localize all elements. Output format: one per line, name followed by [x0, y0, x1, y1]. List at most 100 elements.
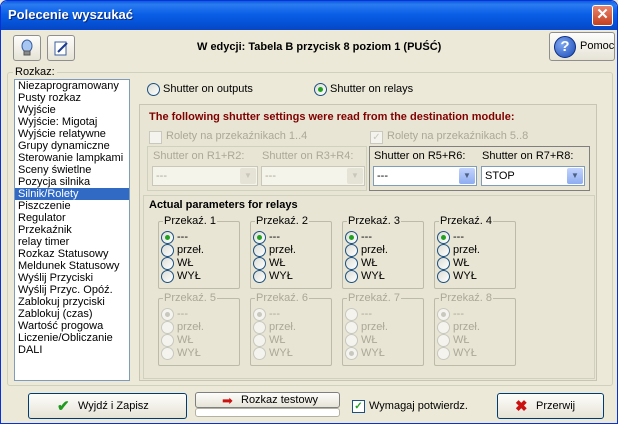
require-confirm-label: Wymagaj potwierdz.: [369, 400, 468, 412]
r5r6-select[interactable]: --- ▼: [373, 166, 477, 186]
list-item[interactable]: Silnik/Rolety: [15, 188, 129, 200]
list-item[interactable]: Wartość progowa: [15, 320, 129, 332]
relay-group-3: Przekaź. 3 --- przeł. WŁ WYŁ: [342, 215, 424, 289]
r5r6-value: ---: [377, 170, 388, 182]
relay-option-label: WYŁ: [453, 347, 477, 359]
relay-option-radio[interactable]: [437, 244, 450, 257]
close-button[interactable]: ✕: [592, 5, 613, 26]
command-list[interactable]: Niezaprogramowany Pusty rozkaz Wyjście Wyjś…: [14, 79, 130, 381]
r7r8-value: STOP: [485, 170, 515, 182]
chevron-down-icon: ▼: [347, 168, 363, 184]
relay-option-radio[interactable]: [161, 334, 174, 347]
relay-option-label: przeł.: [453, 244, 480, 256]
cancel-label: Przerwij: [536, 400, 576, 412]
relay-params-label: Actual parameters for relays: [149, 199, 298, 211]
relay-group-title: Przekaź. 5: [163, 292, 217, 304]
list-item[interactable]: Wyjście relatywne: [15, 128, 129, 140]
relay-option-radio[interactable]: [253, 334, 266, 347]
relay-option-radio[interactable]: [437, 270, 450, 283]
relay-option-label: WŁ: [361, 334, 378, 346]
exit-save-button[interactable]: ✔ Wyjdź i Zapisz: [28, 393, 187, 419]
require-confirm-checkbox[interactable]: ✓: [352, 400, 365, 413]
list-item[interactable]: Wyjście: Migotaj: [15, 116, 129, 128]
relay-option-radio[interactable]: [345, 231, 358, 244]
exit-save-label: Wyjdź i Zapisz: [78, 400, 149, 412]
list-item[interactable]: Liczenie/Obliczanie: [15, 332, 129, 344]
cancel-button[interactable]: ✖ Przerwij: [497, 393, 604, 419]
r7r8-select[interactable]: STOP ▼: [481, 166, 585, 186]
relay-option-radio[interactable]: [253, 244, 266, 257]
relay-option-radio[interactable]: [345, 308, 358, 321]
bulb-button[interactable]: [13, 35, 41, 61]
shutter-outputs-radio[interactable]: [147, 83, 160, 96]
relay-option-radio[interactable]: [345, 257, 358, 270]
relay-option-radio[interactable]: [253, 231, 266, 244]
list-item[interactable]: Pusty rozkaz: [15, 92, 129, 104]
list-item[interactable]: Niezaprogramowany: [15, 80, 129, 92]
command-label: Rozkaz:: [13, 66, 57, 78]
relay-option-radio[interactable]: [253, 347, 266, 360]
relay-option-label: WYŁ: [177, 270, 201, 282]
list-item[interactable]: Zablokuj przyciski: [15, 296, 129, 308]
list-item[interactable]: Rozkaz Statusowy: [15, 248, 129, 260]
relay-option-radio[interactable]: [161, 308, 174, 321]
relay-option-radio[interactable]: [345, 270, 358, 283]
edit-icon: [53, 41, 69, 59]
list-item[interactable]: Pozycja silnika: [15, 176, 129, 188]
relay-option-label: przeł.: [269, 321, 296, 333]
relay-option-radio[interactable]: [437, 321, 450, 334]
list-item[interactable]: Wyślij Przyc. Opóź.: [15, 284, 129, 296]
relay-option-label: WYŁ: [453, 270, 477, 282]
relay-option-label: WŁ: [269, 257, 286, 269]
relay-option-radio[interactable]: [253, 270, 266, 283]
list-item[interactable]: Sterowanie lampkami: [15, 152, 129, 164]
relay-option-radio[interactable]: [437, 231, 450, 244]
relays-5-8-checkbox[interactable]: ✓: [370, 131, 383, 144]
r3r4-select[interactable]: --- ▼: [261, 166, 365, 186]
r7r8-label: Shutter on R7+R8:: [482, 150, 574, 162]
relay-option-radio[interactable]: [345, 321, 358, 334]
list-item[interactable]: Wyjście: [15, 104, 129, 116]
relay-option-label: przeł.: [177, 244, 204, 256]
shutter-relays-radio[interactable]: [314, 83, 327, 96]
list-item[interactable]: DALI: [15, 344, 129, 356]
shutter-outputs-label: Shutter on outputs: [163, 83, 253, 95]
help-button[interactable]: ? Pomoc: [549, 32, 615, 61]
chevron-down-icon: ▼: [567, 168, 583, 184]
relay-option-radio[interactable]: [437, 347, 450, 360]
list-item[interactable]: relay timer: [15, 236, 129, 248]
list-item[interactable]: Regulator: [15, 212, 129, 224]
list-item[interactable]: Meldunek Statusowy: [15, 260, 129, 272]
relay-option-radio[interactable]: [253, 321, 266, 334]
list-item[interactable]: Wyślij Przyciski: [15, 272, 129, 284]
edit-button[interactable]: [47, 35, 75, 61]
list-item[interactable]: Zablokuj (czas): [15, 308, 129, 320]
relay-option-radio[interactable]: [437, 308, 450, 321]
relay-group-title: Przekaź. 4: [439, 215, 493, 227]
list-item[interactable]: Grupy dynamiczne: [15, 140, 129, 152]
relay-option-radio[interactable]: [161, 257, 174, 270]
relay-option-radio[interactable]: [437, 257, 450, 270]
relays-1-4-checkbox[interactable]: [149, 131, 162, 144]
relay-option-radio[interactable]: [345, 347, 358, 360]
relay-option-radio[interactable]: [345, 244, 358, 257]
relay-option-label: WYŁ: [177, 347, 201, 359]
relay-option-radio[interactable]: [161, 321, 174, 334]
relay-option-label: WYŁ: [269, 347, 293, 359]
relay-option-radio[interactable]: [161, 244, 174, 257]
list-item[interactable]: Piszczenie: [15, 200, 129, 212]
relay-option-radio[interactable]: [345, 334, 358, 347]
relay-option-radio[interactable]: [161, 270, 174, 283]
relay-option-label: ---: [269, 308, 280, 320]
relay-option-radio[interactable]: [161, 231, 174, 244]
relay-option-radio[interactable]: [253, 257, 266, 270]
r1r2-select[interactable]: --- ▼: [152, 166, 258, 186]
list-item[interactable]: Przekaźnik: [15, 224, 129, 236]
relay-option-radio[interactable]: [253, 308, 266, 321]
relay-option-radio[interactable]: [161, 347, 174, 360]
relay-option-radio[interactable]: [437, 334, 450, 347]
r5r6-label: Shutter on R5+R6:: [374, 150, 466, 162]
test-command-button[interactable]: ➡ Rozkaz testowy: [195, 392, 340, 408]
list-item[interactable]: Sceny świetlne: [15, 164, 129, 176]
title-bar[interactable]: Polecenie wyszukać ✕: [1, 1, 617, 30]
